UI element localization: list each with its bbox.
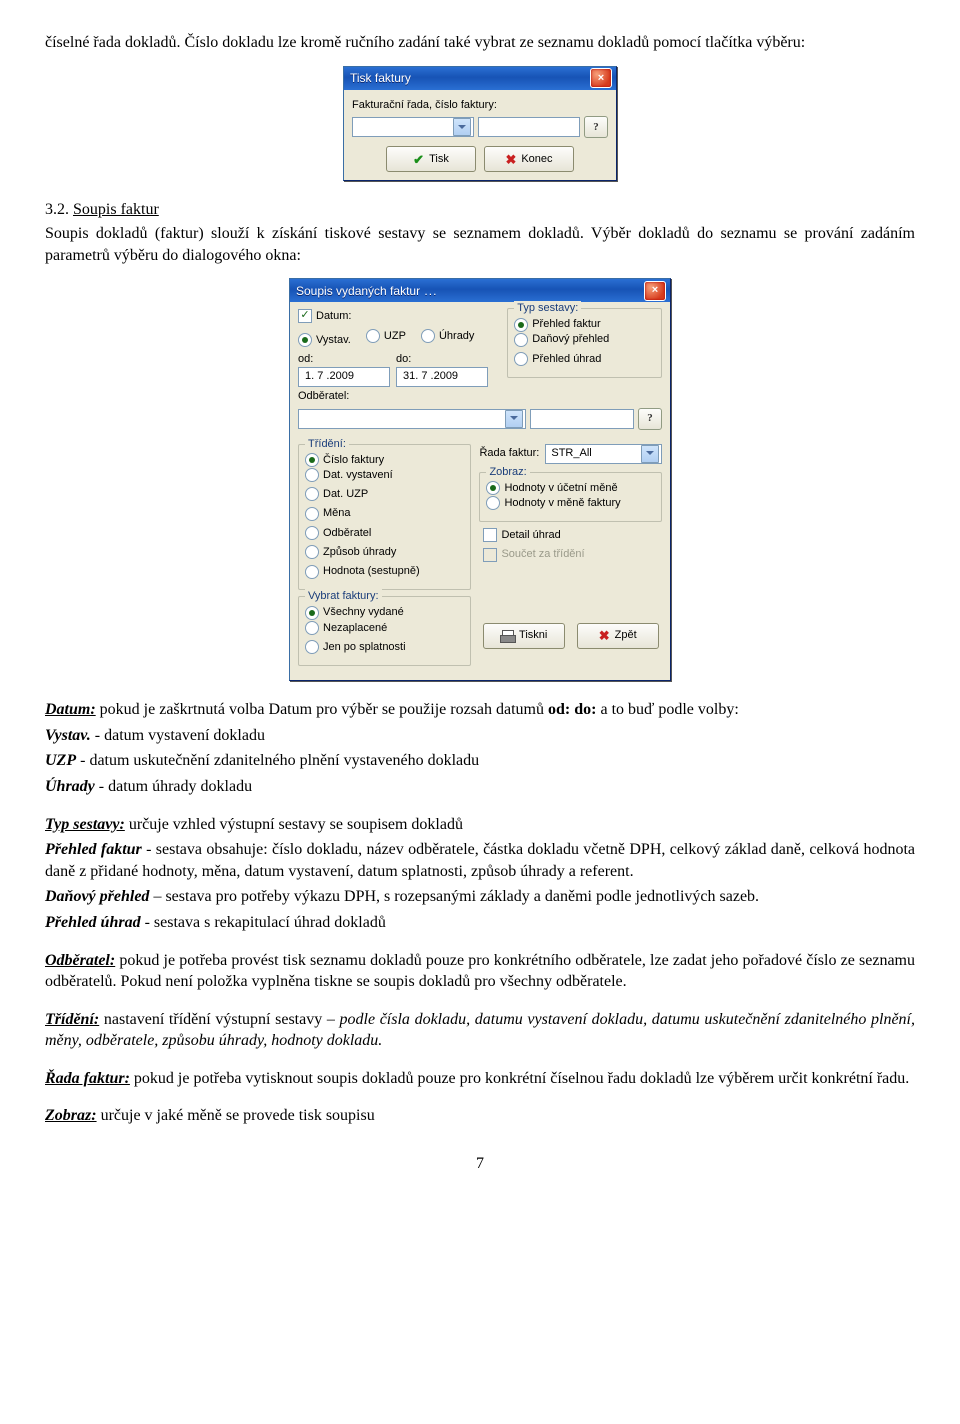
radio-hodnota[interactable]: Hodnota (sestupně) [305,564,420,579]
cislo-input[interactable] [478,117,580,137]
rada-combo[interactable] [352,117,474,137]
para-datum: Datum: pokud je zaškrtnutá volba Datum p… [45,699,915,721]
zobraz-label: Zobraz: [486,465,529,480]
line-uhrady: Úhrady - datum úhrady dokladu [45,776,915,798]
para-prehled-uhrad: Přehled úhrad - sestava s rekapitulací ú… [45,912,915,934]
para-trideni: Třídění: nastavení třídění výstupní sest… [45,1009,915,1052]
radio-uzp[interactable]: UZP [366,329,406,344]
radio-dat-vystaveni[interactable]: Dat. vystavení [305,468,393,483]
para-odberatel: Odběratel: pokud je potřeba provést tisk… [45,950,915,993]
dialog1-titlebar: Tisk faktury × [344,67,616,90]
radio-vsechny[interactable]: Všechny vydané [305,605,404,620]
printer-icon [500,630,514,642]
vybrat-label: Vybrat faktury: [305,589,382,604]
do-date[interactable]: 31. 7 .2009 [396,367,488,387]
radio-splatnost[interactable]: Jen po splatnosti [305,640,406,655]
close-icon[interactable]: × [590,68,612,88]
line-uzp: UZP - datum uskutečnění zdanitelného pln… [45,750,915,772]
radio-mena-faktury[interactable]: Hodnoty v měně faktury [486,496,620,511]
datum-checkbox[interactable]: Datum: [298,309,351,324]
radio-ucetni-mena[interactable]: Hodnoty v účetní měně [486,481,617,496]
rada-label: Řada faktur: [479,446,539,461]
check-icon: ✔ [413,151,424,169]
chevron-down-icon[interactable] [641,445,659,463]
dialog2-title: Soupis vydaných faktur [296,283,644,299]
typ-sestavy-label: Typ sestavy: [514,301,581,316]
radio-zpusob[interactable]: Způsob úhrady [305,545,396,560]
x-icon: ✖ [505,151,516,169]
odberatel-label: Odběratel: [298,389,662,404]
rada-combo[interactable]: STR_All [545,444,662,464]
dialog1-label: Fakturační řada, číslo faktury: [352,98,608,113]
intro-paragraph: číselné řada dokladů. Číslo dokladu lze … [45,32,915,54]
od-date[interactable]: 1. 7 .2009 [298,367,390,387]
dialog-tisk-faktury: Tisk faktury × Fakturační řada, číslo fa… [343,66,617,182]
x-icon: ✖ [599,627,610,645]
tisk-button[interactable]: ✔Tisk [386,146,476,172]
odberatel-lookup[interactable]: ? [638,408,662,430]
para-danovy: Daňový přehled – sestava pro potřeby výk… [45,886,915,908]
section-intro: Soupis dokladů (faktur) slouží k získání… [45,223,915,266]
close-icon[interactable]: × [644,281,666,301]
zpet-button[interactable]: ✖Zpět [577,623,659,649]
para-typ-sestavy: Typ sestavy: určuje vzhled výstupní sest… [45,814,915,836]
page-number: 7 [45,1153,915,1175]
radio-nezaplacene[interactable]: Nezaplacené [305,621,387,636]
radio-odberatel[interactable]: Odběratel [305,526,371,541]
radio-dat-uzp[interactable]: Dat. UZP [305,487,368,502]
detail-uhrad-checkbox[interactable]: Detail úhrad [483,528,560,543]
chevron-down-icon[interactable] [505,410,523,428]
dialog-soupis-faktur: Soupis vydaných faktur × Datum: Vystav. … [289,278,671,681]
trideni-label: Třídění: [305,437,349,452]
radio-prehled-faktur[interactable]: Přehled faktur [514,317,600,332]
radio-uhrady[interactable]: Úhrady [421,329,474,344]
konec-button[interactable]: ✖Konec [484,146,574,172]
dialog1-title: Tisk faktury [350,70,590,86]
para-zobraz: Zobraz: určuje v jaké měně se provede ti… [45,1105,915,1127]
chevron-down-icon[interactable] [453,118,471,136]
odberatel-name[interactable] [530,409,634,429]
tiskni-button[interactable]: Tiskni [483,623,565,649]
dialog2-titlebar: Soupis vydaných faktur × [290,279,670,302]
radio-vystav[interactable]: Vystav. [298,333,351,348]
section-heading: 3.2. Soupis faktur [45,199,915,221]
para-rada: Řada faktur: pokud je potřeba vytisknout… [45,1068,915,1090]
radio-cislo[interactable]: Číslo faktury [305,453,384,468]
lookup-button[interactable]: ? [584,116,608,138]
line-vystav: Vystav. - datum vystavení dokladu [45,725,915,747]
para-prehled: Přehled faktur - sestava obsahuje: číslo… [45,839,915,882]
soucet-checkbox: Součet za třídění [483,547,584,562]
radio-mena[interactable]: Měna [305,506,351,521]
radio-prehled-uhrad[interactable]: Přehled úhrad [514,352,601,367]
radio-danovy-prehled[interactable]: Daňový přehled [514,332,609,347]
odberatel-combo[interactable] [298,409,526,429]
